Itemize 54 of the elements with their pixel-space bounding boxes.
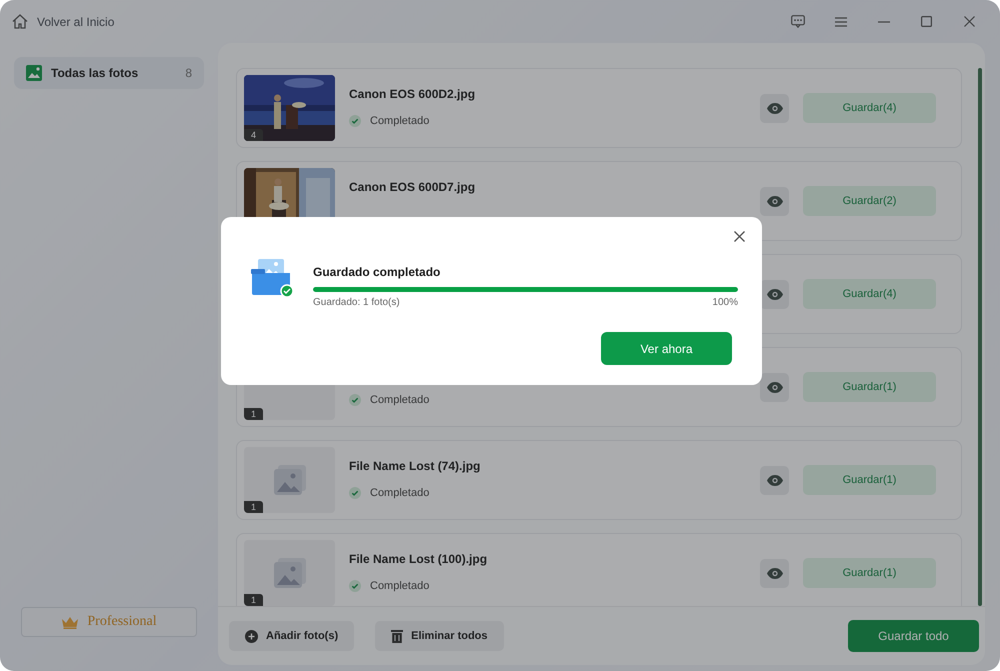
status-text: Completado (370, 115, 430, 127)
count-badge: 1 (244, 594, 264, 606)
preview-button[interactable] (760, 466, 789, 494)
plus-icon (245, 630, 258, 642)
save-button[interactable]: Guardar(4) (803, 93, 936, 123)
file-name: Canon EOS 600D7.jpg (349, 180, 476, 194)
view-now-button[interactable]: Ver ahora (601, 332, 732, 365)
eye-icon (766, 474, 782, 486)
add-photos-button[interactable]: Añadir foto(s) (229, 621, 354, 651)
status-text: Completado (370, 487, 430, 499)
preview-button[interactable] (760, 186, 789, 216)
preview-button[interactable] (760, 280, 789, 308)
trash-icon (391, 629, 404, 643)
count-badge: 4 (244, 129, 264, 141)
photo-icon (26, 65, 42, 81)
sidebar-item[interactable]: Todas las fotos 8 (14, 57, 204, 89)
file-name: Canon EOS 600D2.jpg (349, 87, 476, 101)
save-button[interactable]: Guardar(4) (803, 279, 936, 309)
file-name: File Name Lost (100).jpg (349, 552, 488, 566)
save-button[interactable]: Guardar(1) (803, 558, 936, 588)
count-badge: 1 (244, 501, 264, 513)
photo-count: 8 (185, 66, 192, 80)
eye-icon (766, 102, 782, 114)
eye-icon (766, 382, 782, 392)
preview-button[interactable] (760, 558, 789, 588)
check-icon (349, 115, 361, 127)
home-icon (12, 14, 28, 29)
save-all-button[interactable]: Guardar todo (848, 620, 979, 652)
count-badge: 1 (244, 408, 264, 420)
image-placeholder-icon (274, 465, 306, 495)
eye-icon (766, 568, 782, 578)
scrollbar[interactable] (978, 68, 982, 606)
folder-icon (251, 257, 295, 297)
dialog-title: Guardado completado (313, 265, 442, 279)
eye-icon (766, 196, 782, 206)
back-home-link[interactable]: Volver al Inicio (12, 14, 114, 29)
check-icon (349, 394, 361, 406)
crown-icon (61, 616, 80, 628)
eye-icon (766, 288, 782, 300)
professional-button[interactable]: Professional (21, 607, 197, 637)
save-button[interactable]: Guardar(1) (803, 465, 936, 495)
file-name: File Name Lost (74).jpg (349, 459, 482, 473)
save-button[interactable]: Guardar(2) (803, 186, 936, 216)
check-icon (349, 487, 361, 499)
progress-percent: 100% (712, 297, 738, 308)
delete-all-button[interactable]: Eliminar todos (375, 621, 504, 651)
saved-count-text: Guardado: 1 foto(s) (313, 297, 400, 308)
image-placeholder-icon (274, 558, 306, 588)
check-icon (349, 580, 361, 592)
preview-button[interactable] (760, 94, 789, 122)
status-text: Completado (370, 394, 430, 406)
preview-button[interactable] (760, 372, 789, 402)
status-text: Completado (370, 580, 430, 592)
save-button[interactable]: Guardar(1) (803, 372, 936, 402)
